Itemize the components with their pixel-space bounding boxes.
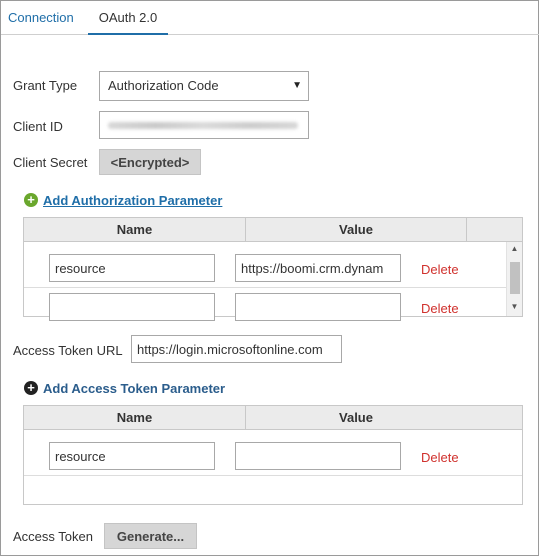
authorization-parameters-table: Name Value Delete Delete ▲ ▼ bbox=[23, 217, 523, 321]
client-secret-label: Client Secret bbox=[13, 155, 88, 170]
access-token-label: Access Token bbox=[13, 529, 93, 544]
auth-param-name-input[interactable] bbox=[49, 293, 215, 321]
grant-type-label: Grant Type bbox=[13, 78, 78, 93]
row-divider bbox=[24, 287, 506, 288]
add-authorization-parameter-link[interactable]: Add Authorization Parameter bbox=[43, 193, 222, 208]
auth-param-delete-link[interactable]: Delete bbox=[421, 262, 459, 277]
arrow-down-icon[interactable]: ▼ bbox=[507, 302, 522, 311]
arrow-up-icon[interactable]: ▲ bbox=[507, 244, 522, 253]
add-access-token-parameter-link[interactable]: Add Access Token Parameter bbox=[43, 381, 225, 396]
scrollbar-thumb[interactable] bbox=[510, 262, 520, 294]
client-id-label: Client ID bbox=[13, 119, 63, 134]
plus-circle-icon[interactable]: + bbox=[24, 193, 38, 207]
tab-connection[interactable]: Connection bbox=[8, 1, 74, 35]
token-param-value-input[interactable] bbox=[235, 442, 401, 470]
plus-circle-icon[interactable]: + bbox=[24, 381, 38, 395]
table-header: Name Value bbox=[24, 218, 522, 242]
oauth-panel: Connection OAuth 2.0 Grant Type Authoriz… bbox=[0, 0, 539, 556]
auth-param-value-input[interactable] bbox=[235, 254, 401, 282]
column-header-name: Name bbox=[116, 222, 153, 237]
table-header: Name Value bbox=[24, 406, 522, 430]
auth-param-name-input[interactable] bbox=[49, 254, 215, 282]
client-secret-encrypted-button[interactable]: <Encrypted> bbox=[99, 149, 201, 175]
access-token-url-label: Access Token URL bbox=[13, 343, 123, 358]
token-param-name-input[interactable] bbox=[49, 442, 215, 470]
column-header-name: Name bbox=[116, 410, 153, 425]
grant-type-value: Authorization Code bbox=[108, 78, 219, 93]
column-header-value: Value bbox=[339, 222, 373, 237]
auth-param-delete-link[interactable]: Delete bbox=[421, 301, 459, 316]
client-id-redacted bbox=[108, 122, 298, 129]
column-header-value: Value bbox=[339, 410, 373, 425]
tab-bar: Connection OAuth 2.0 bbox=[1, 1, 539, 35]
token-param-delete-link[interactable]: Delete bbox=[421, 450, 459, 465]
generate-token-button[interactable]: Generate... bbox=[104, 523, 197, 549]
auth-param-value-input[interactable] bbox=[235, 293, 401, 321]
chevron-down-icon: ▼ bbox=[292, 80, 302, 91]
column-divider bbox=[466, 218, 467, 242]
row-divider bbox=[24, 475, 522, 476]
table-scrollbar[interactable]: ▲ ▼ bbox=[506, 242, 522, 316]
access-token-url-field[interactable] bbox=[131, 335, 342, 363]
grant-type-select[interactable]: Authorization Code ▼ bbox=[99, 71, 309, 101]
access-token-parameters-table: Name Value Delete bbox=[23, 405, 523, 505]
tab-oauth[interactable]: OAuth 2.0 bbox=[88, 1, 168, 35]
